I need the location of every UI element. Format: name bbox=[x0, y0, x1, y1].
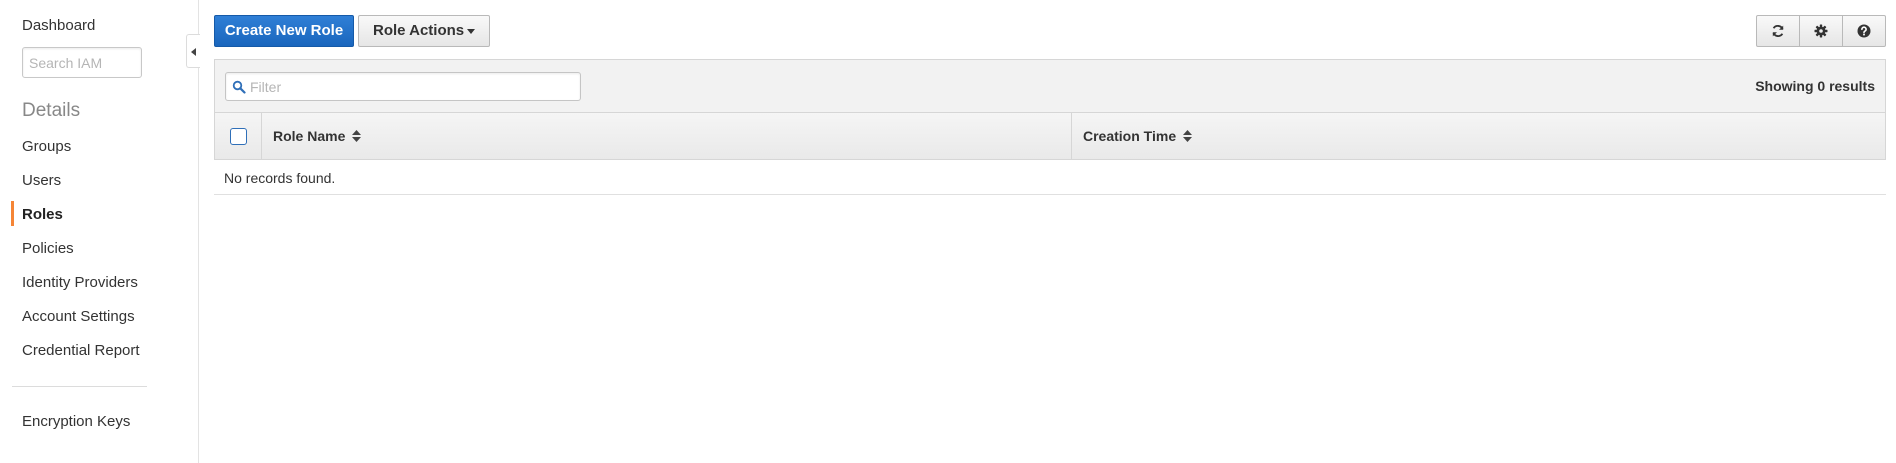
sidebar-item-groups[interactable]: Groups bbox=[22, 138, 71, 155]
refresh-button[interactable] bbox=[1756, 15, 1800, 47]
sidebar-item-roles[interactable]: Roles bbox=[22, 206, 63, 223]
sidebar-collapse-button[interactable] bbox=[186, 34, 200, 68]
create-new-role-button[interactable]: Create New Role bbox=[214, 15, 354, 47]
filter-field[interactable] bbox=[225, 72, 581, 101]
sidebar-item-identity-providers[interactable]: Identity Providers bbox=[22, 274, 138, 291]
table-header: Role Name Creation Time bbox=[214, 112, 1886, 160]
help-icon bbox=[1857, 24, 1871, 38]
caret-down-icon bbox=[467, 29, 475, 34]
details-heading: Details bbox=[22, 100, 81, 121]
select-all-cell bbox=[215, 113, 262, 159]
active-item-marker bbox=[11, 201, 14, 226]
column-divider bbox=[1071, 113, 1072, 159]
column-header-role-name[interactable]: Role Name bbox=[273, 128, 362, 144]
search-iam-input[interactable] bbox=[22, 47, 142, 78]
role-actions-label: Role Actions bbox=[373, 22, 465, 39]
empty-message: No records found. bbox=[224, 170, 336, 186]
sidebar-item-encryption-keys[interactable]: Encryption Keys bbox=[22, 413, 130, 430]
sort-icon bbox=[1183, 130, 1193, 142]
column-label: Role Name bbox=[273, 128, 346, 144]
sidebar-item-credential-report[interactable]: Credential Report bbox=[22, 342, 140, 359]
role-actions-dropdown[interactable]: Role Actions bbox=[358, 15, 490, 47]
sidebar: Dashboard Details Groups Users Roles Pol… bbox=[0, 0, 199, 463]
sort-icon bbox=[352, 130, 362, 142]
sidebar-divider bbox=[12, 386, 147, 387]
toolbar-icon-group bbox=[1756, 15, 1886, 47]
results-count: Showing 0 results bbox=[1755, 78, 1875, 94]
search-icon bbox=[232, 80, 246, 94]
help-button[interactable] bbox=[1842, 15, 1886, 47]
sidebar-item-users[interactable]: Users bbox=[22, 172, 61, 189]
column-label: Creation Time bbox=[1083, 128, 1177, 144]
refresh-icon bbox=[1772, 25, 1784, 37]
filter-input[interactable] bbox=[248, 73, 578, 100]
select-all-checkbox[interactable] bbox=[230, 128, 247, 145]
column-header-creation-time[interactable]: Creation Time bbox=[1083, 128, 1193, 144]
gear-icon bbox=[1814, 24, 1828, 38]
table-row: No records found. bbox=[214, 160, 1886, 195]
settings-button[interactable] bbox=[1799, 15, 1843, 47]
sidebar-item-policies[interactable]: Policies bbox=[22, 240, 74, 257]
chevron-left-icon bbox=[191, 48, 196, 56]
sidebar-item-account-settings[interactable]: Account Settings bbox=[22, 308, 135, 325]
filter-bar: Showing 0 results bbox=[214, 59, 1886, 113]
sidebar-item-dashboard[interactable]: Dashboard bbox=[22, 17, 95, 34]
